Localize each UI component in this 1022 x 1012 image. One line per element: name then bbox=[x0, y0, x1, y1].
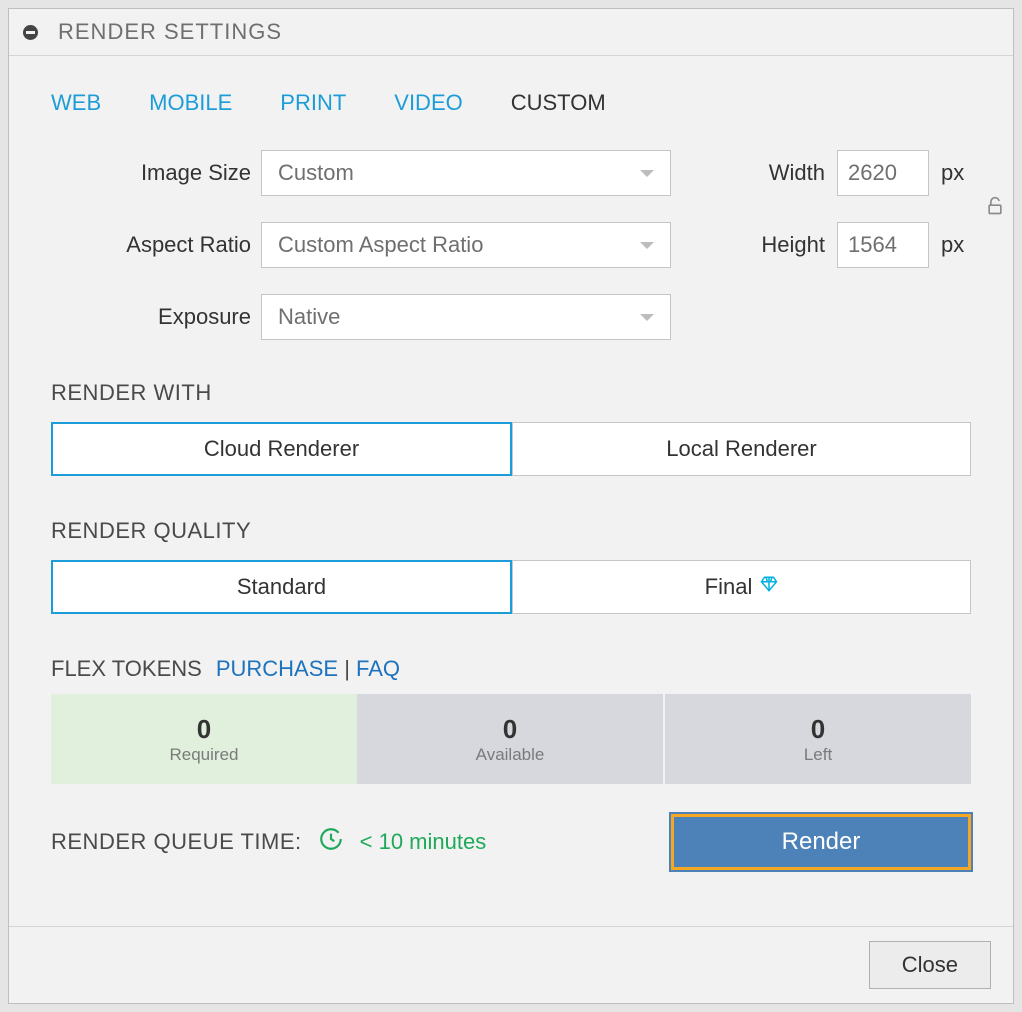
separator: | bbox=[344, 656, 350, 681]
chevron-down-icon bbox=[640, 170, 654, 177]
width-unit: px bbox=[941, 160, 971, 186]
render-settings-panel: RENDER SETTINGS WEB MOBILE PRINT VIDEO C… bbox=[8, 8, 1014, 1004]
image-size-value: Custom bbox=[278, 160, 354, 186]
chevron-down-icon bbox=[640, 242, 654, 249]
queue-row: RENDER QUEUE TIME: < 10 minutes Render bbox=[51, 814, 971, 870]
exposure-label: Exposure bbox=[51, 304, 251, 330]
panel-footer: Close bbox=[9, 926, 1013, 1003]
exposure-select[interactable]: Native bbox=[261, 294, 671, 340]
aspect-ratio-select[interactable]: Custom Aspect Ratio bbox=[261, 222, 671, 268]
render-quality-label: RENDER QUALITY bbox=[51, 518, 971, 544]
tab-mobile[interactable]: MOBILE bbox=[149, 90, 232, 116]
aspect-ratio-value: Custom Aspect Ratio bbox=[278, 232, 483, 258]
clock-icon bbox=[318, 826, 344, 859]
token-left-value: 0 bbox=[811, 714, 825, 745]
diamond-icon bbox=[760, 575, 778, 599]
tab-print[interactable]: PRINT bbox=[280, 90, 346, 116]
token-available-label: Available bbox=[476, 745, 545, 765]
width-row: Width px bbox=[745, 150, 971, 196]
exposure-row: Exposure Native bbox=[51, 294, 671, 340]
dimensions-column: Width px Height px bbox=[745, 150, 971, 268]
panel-body: WEB MOBILE PRINT VIDEO CUSTOM Image Size… bbox=[9, 56, 1013, 926]
purchase-link[interactable]: PURCHASE bbox=[216, 656, 338, 681]
image-size-row: Image Size Custom bbox=[51, 150, 671, 196]
image-size-label: Image Size bbox=[51, 160, 251, 186]
faq-link[interactable]: FAQ bbox=[356, 656, 400, 681]
flex-tokens-label: FLEX TOKENS bbox=[51, 656, 202, 682]
render-with-label: RENDER WITH bbox=[51, 380, 971, 406]
queue-label: RENDER QUEUE TIME: bbox=[51, 829, 302, 855]
toggle-standard[interactable]: Standard bbox=[51, 560, 512, 614]
token-left-label: Left bbox=[804, 745, 832, 765]
tab-custom[interactable]: CUSTOM bbox=[511, 90, 606, 116]
render-quality-group: Standard Final bbox=[51, 560, 971, 614]
exposure-value: Native bbox=[278, 304, 340, 330]
render-with-group: Cloud Renderer Local Renderer bbox=[51, 422, 971, 476]
flex-tokens-header: FLEX TOKENS PURCHASE | FAQ bbox=[51, 656, 971, 682]
height-row: Height px bbox=[745, 222, 971, 268]
token-cards: 0 Required 0 Available 0 Left bbox=[51, 694, 971, 784]
toggle-cloud-renderer[interactable]: Cloud Renderer bbox=[51, 422, 512, 476]
toggle-local-renderer[interactable]: Local Renderer bbox=[512, 422, 971, 476]
tab-video[interactable]: VIDEO bbox=[394, 90, 462, 116]
close-button[interactable]: Close bbox=[869, 941, 991, 989]
toggle-final[interactable]: Final bbox=[512, 560, 971, 614]
panel-title: RENDER SETTINGS bbox=[58, 19, 282, 45]
width-label: Width bbox=[745, 160, 825, 186]
token-card-available: 0 Available bbox=[357, 694, 665, 784]
image-size-select[interactable]: Custom bbox=[261, 150, 671, 196]
width-input[interactable] bbox=[837, 150, 929, 196]
queue-time: < 10 minutes bbox=[360, 829, 487, 855]
toggle-final-label: Final bbox=[705, 574, 753, 600]
form-area: Image Size Custom Aspect Ratio Custom As… bbox=[51, 150, 971, 340]
height-label: Height bbox=[745, 232, 825, 258]
tab-web[interactable]: WEB bbox=[51, 90, 101, 116]
token-required-label: Required bbox=[170, 745, 239, 765]
lock-icon[interactable] bbox=[985, 196, 1005, 222]
form-left: Image Size Custom Aspect Ratio Custom As… bbox=[51, 150, 671, 340]
panel-header: RENDER SETTINGS bbox=[9, 9, 1013, 56]
collapse-icon[interactable] bbox=[23, 25, 38, 40]
token-required-value: 0 bbox=[197, 714, 211, 745]
height-unit: px bbox=[941, 232, 971, 258]
token-card-left: 0 Left bbox=[665, 694, 971, 784]
height-input[interactable] bbox=[837, 222, 929, 268]
tab-strip: WEB MOBILE PRINT VIDEO CUSTOM bbox=[51, 90, 971, 116]
token-card-required: 0 Required bbox=[51, 694, 357, 784]
aspect-ratio-row: Aspect Ratio Custom Aspect Ratio bbox=[51, 222, 671, 268]
token-available-value: 0 bbox=[503, 714, 517, 745]
chevron-down-icon bbox=[640, 314, 654, 321]
aspect-ratio-label: Aspect Ratio bbox=[51, 232, 251, 258]
render-button[interactable]: Render bbox=[671, 814, 971, 870]
